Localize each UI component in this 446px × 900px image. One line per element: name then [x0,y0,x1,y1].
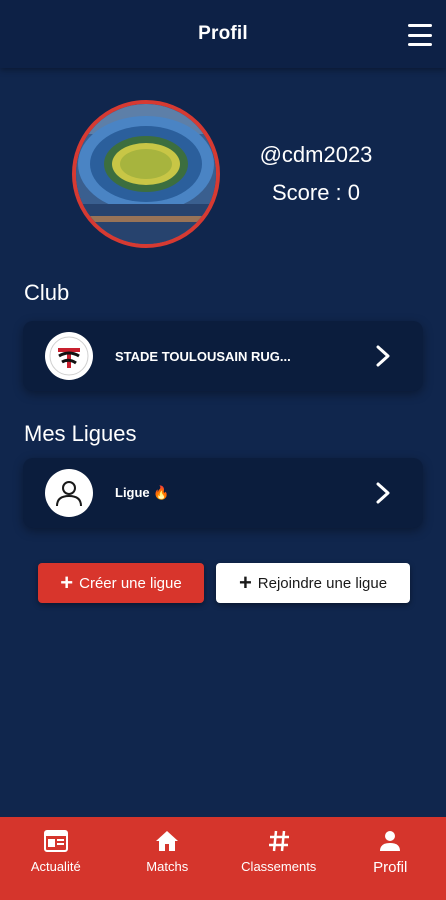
score: Score : 0 [236,180,396,206]
leagues-section-title: Mes Ligues [24,421,137,446]
nav-label-classements: Classements [241,859,317,874]
join-league-button[interactable]: + Rejoindre une ligue [216,563,410,603]
club-section-title: Club [24,280,70,305]
chevron-right-icon [376,345,390,367]
hamburger-menu-icon[interactable] [408,24,432,46]
nav-item-actualite[interactable]: Actualité [0,817,112,900]
user-icon [379,829,401,853]
league-card[interactable]: Ligue 🔥 [23,458,423,528]
nav-item-profil[interactable]: Profil [335,817,446,900]
bottom-navigation: Actualité Matchs Classements Profil [0,817,446,900]
create-league-label: Créer une ligue [79,574,182,592]
league-name: Ligue 🔥 [115,485,170,500]
user-avatar-icon [45,469,93,517]
stadium-image [76,104,216,244]
news-icon [43,829,68,853]
home-icon [155,829,179,853]
join-league-label: Rejoindre une ligue [257,574,388,592]
username: @cdm2023 [259,142,373,167]
club-logo-icon [45,332,93,380]
nav-label-profil: Profil [373,859,408,876]
club-card[interactable]: STADE TOULOUSAIN RUG... [23,321,423,391]
nav-label-actualite: Actualité [30,859,81,874]
nav-item-classements[interactable]: Classements [223,817,335,900]
nav-label-matchs: Matchs [146,859,189,874]
club-name: STADE TOULOUSAIN RUG... [115,348,291,364]
plus-icon: + [238,570,252,595]
score-label: Score : [271,180,348,205]
nav-item-matchs[interactable]: Matchs [112,817,224,900]
chevron-right-icon [376,482,390,504]
score-value: 0 [347,180,361,205]
page-title: Profil [198,23,248,44]
plus-icon: + [60,570,74,595]
hash-icon [268,829,290,853]
create-league-button[interactable]: + Créer une ligue [38,563,204,603]
profile-avatar[interactable] [72,100,220,248]
app-header: Profil [0,0,446,68]
